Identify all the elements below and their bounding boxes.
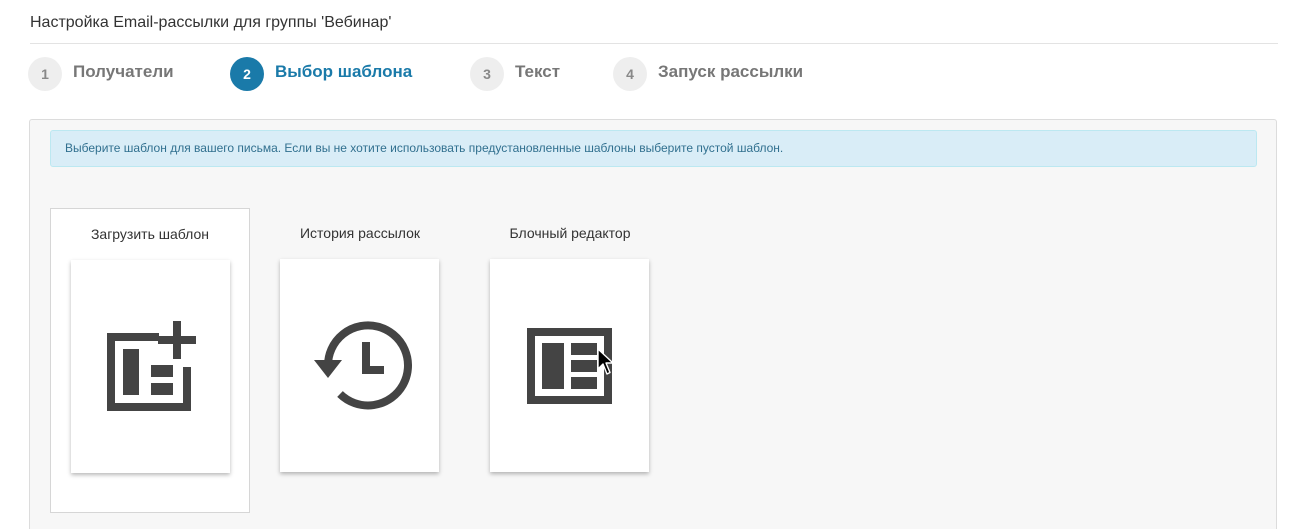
template-label: Загрузить шаблон xyxy=(90,226,210,242)
step-label: Выбор шаблона xyxy=(275,62,413,81)
step-launch[interactable]: 4 Запуск рассылки xyxy=(613,56,803,92)
template-history[interactable]: История рассылок xyxy=(260,208,460,513)
step-template-choice[interactable]: 2 Выбор шаблона xyxy=(230,56,412,92)
step-recipients[interactable]: 1 Получатели xyxy=(28,56,174,92)
step-number: 3 xyxy=(470,57,504,91)
title-divider xyxy=(30,43,1278,44)
info-alert: Выберите шаблон для вашего письма. Если … xyxy=(50,130,1257,167)
step-text[interactable]: 3 Текст xyxy=(470,56,560,92)
template-label: Блочный редактор xyxy=(509,225,631,241)
step-number: 1 xyxy=(28,57,62,91)
block-editor-icon xyxy=(526,327,612,404)
upload-template-icon xyxy=(106,320,196,411)
template-card[interactable] xyxy=(490,259,649,472)
step-label: Текст xyxy=(515,62,561,81)
page-title: Настройка Email-рассылки для группы 'Веб… xyxy=(30,14,392,31)
template-upload[interactable]: Загрузить шаблон xyxy=(50,208,250,513)
page: Настройка Email-рассылки для группы 'Веб… xyxy=(0,0,1305,529)
step-number: 4 xyxy=(613,57,647,91)
step-number: 2 xyxy=(230,57,264,91)
history-icon xyxy=(313,320,412,409)
template-card[interactable] xyxy=(71,260,230,473)
step-label: Получатели xyxy=(73,62,174,81)
template-card[interactable] xyxy=(280,259,439,472)
step-label: Запуск рассылки xyxy=(658,62,804,81)
template-panel: Выберите шаблон для вашего письма. Если … xyxy=(29,119,1277,529)
template-block-editor[interactable]: Блочный редактор xyxy=(470,208,670,513)
template-label: История рассылок xyxy=(299,225,421,241)
